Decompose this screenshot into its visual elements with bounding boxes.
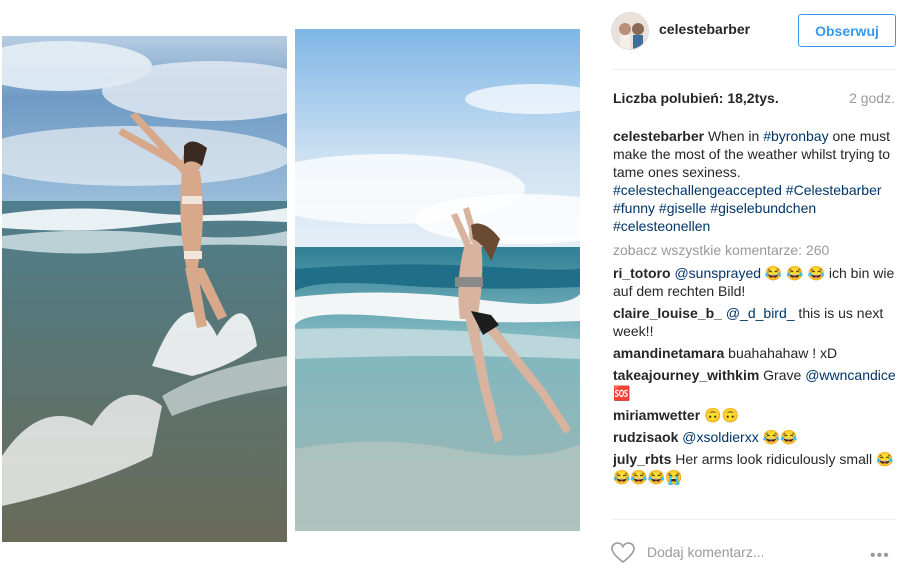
comment-mention[interactable]: @wwncandice [805,367,895,383]
comment-item: amandinetamara buahahahaw ! xD [613,344,896,362]
comment-username[interactable]: miriamwetter [613,407,700,423]
comments-divider [611,519,896,520]
comment-text: 🆘 [613,385,631,401]
comment-username[interactable]: claire_louise_b_ [613,305,722,321]
username[interactable]: celestebarber [659,21,750,37]
comment-item: july_rbts Her arms look ridiculously sma… [613,450,896,486]
post-time[interactable]: 2 godz. [849,90,895,106]
likes-row: Liczba polubień: 18,2tys. 2 godz. [613,90,895,108]
post-header: celestebarber Obserwuj [598,0,900,66]
add-comment-input[interactable]: Dodaj komentarz... [647,544,765,560]
heart-outline-icon[interactable] [611,542,635,564]
photo-right-panel [295,29,580,531]
post-photo[interactable] [0,0,598,578]
hashtag-link[interactable]: #byronbay [763,128,828,144]
ellipsis-icon[interactable]: ••• [870,547,890,565]
comment-username[interactable]: ri_totoro [613,265,671,281]
comment-item: claire_louise_b_ @_d_bird_ this is us ne… [613,304,896,340]
caption-username[interactable]: celestebarber [613,128,704,144]
header-divider [611,69,896,70]
comment-username[interactable]: july_rbts [613,451,671,467]
comment-text: 😂😂 [758,429,798,445]
comment-mention[interactable]: @_d_bird_ [726,305,795,321]
comment-mention[interactable]: @xsoldierxx [682,429,758,445]
comment-item: takeajourney_withkim Grave @wwncandice 🆘 [613,366,896,402]
comment-username[interactable]: amandinetamara [613,345,724,361]
follow-button[interactable]: Obserwuj [798,14,896,47]
comment-item: miriamwetter 🙃🙃 [613,406,896,424]
photo-left-panel [2,36,287,542]
hashtag-list[interactable]: #celestechallengeaccepted #Celestebarber… [613,182,882,234]
likes-count[interactable]: Liczba polubień: 18,2tys. [613,90,779,106]
view-all-comments-link[interactable]: zobacz wszystkie komentarze: 260 [613,241,896,259]
post-side-panel: celestebarber Obserwuj Liczba polubień: … [598,0,900,578]
comment-item: ri_totoro @sunsprayed 😂 😂 😂 ich bin wie … [613,264,896,300]
comment-username[interactable]: rudzisaok [613,429,678,445]
comment-username[interactable]: takeajourney_withkim [613,367,759,383]
caption: celestebarber When in #byronbay one must… [613,128,891,234]
avatar[interactable] [611,12,649,50]
comment-text: buahahahaw ! xD [724,345,838,361]
comment-text: Grave [759,367,806,383]
comment-mention[interactable]: @sunsprayed [674,265,761,281]
comment-item: rudzisaok @xsoldierxx 😂😂 [613,428,896,446]
comment-text: 🙃🙃 [700,407,739,423]
comments-section: celestebarber When in #byronbay one must… [613,127,896,519]
